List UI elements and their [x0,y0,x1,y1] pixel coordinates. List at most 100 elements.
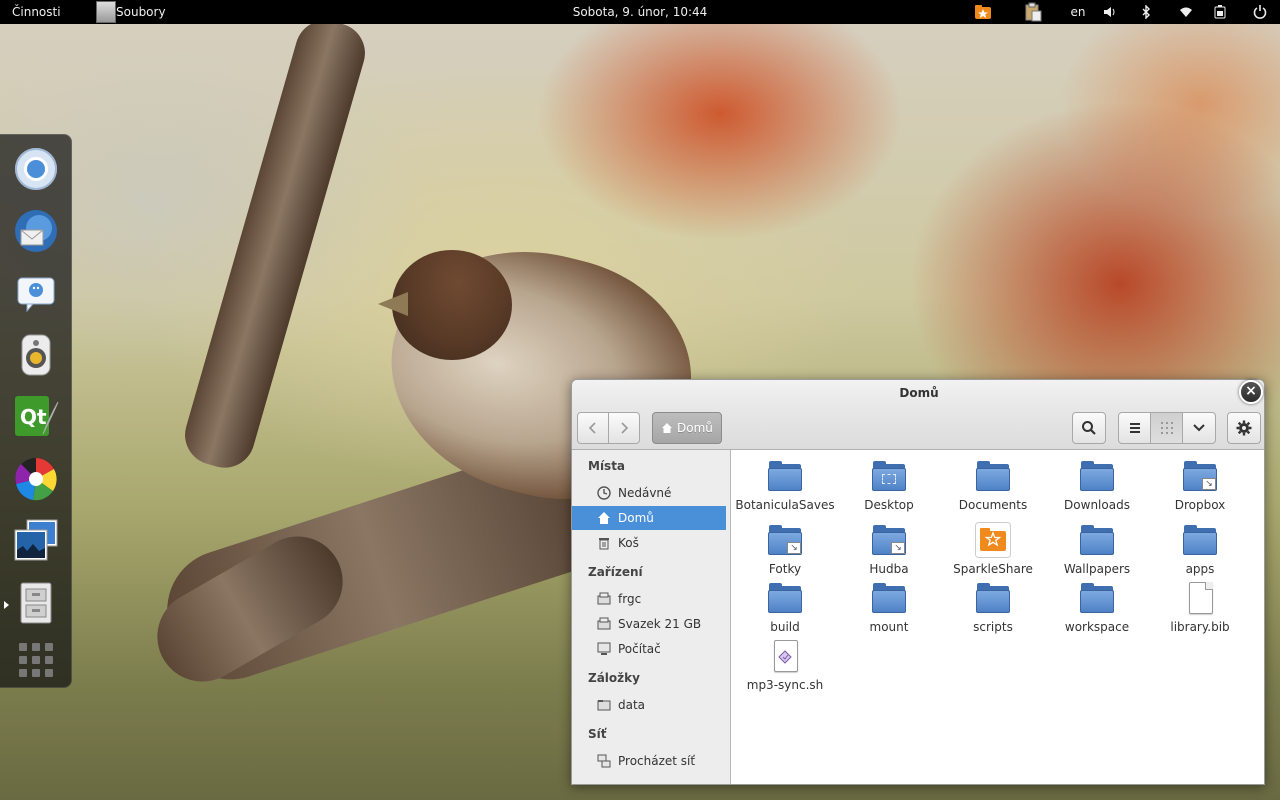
shotwell-icon[interactable] [12,517,60,565]
qt-creator-icon[interactable]: Qt [12,393,60,441]
settings-button[interactable] [1227,412,1261,444]
file-item[interactable]: ↘ Hudba [837,522,941,576]
symlink-folder-icon: ↘ [767,522,803,558]
file-item[interactable]: Wallpapers [1045,522,1149,576]
computer-icon [596,641,612,657]
list-view-button[interactable] [1118,412,1151,444]
sidebar-item-volume[interactable]: Svazek 21 GB [572,612,726,636]
file-item[interactable]: SparkleShare [941,522,1045,576]
file-name: apps [1185,562,1215,576]
running-indicator [4,601,9,609]
window-close-button[interactable]: × [1239,380,1263,404]
forward-button[interactable] [608,412,640,444]
sidebar-item-frgc[interactable]: frgc [572,587,726,611]
folder-icon [1079,522,1115,558]
file-name: mp3-sync.sh [746,678,824,692]
path-bar-label: Domů [677,421,713,435]
file-item[interactable]: library.bib [1148,580,1252,634]
text-file-icon [1182,580,1218,616]
view-options-button[interactable] [1182,412,1216,444]
window-title[interactable]: Domů [572,380,1264,406]
folder-icon [871,580,907,616]
files-icon[interactable] [12,579,60,627]
file-item[interactable]: mp3-sync.sh [733,638,837,692]
bluetooth-icon[interactable] [1136,0,1156,24]
darktable-icon[interactable] [12,455,60,503]
sidebar-item-home[interactable]: Domů [572,506,726,530]
file-name: BotaniculaSaves [735,498,835,512]
script-file-icon [767,638,803,674]
clipboard-icon[interactable] [1022,0,1044,24]
rhythmbox-icon[interactable] [12,331,60,379]
folder-icon [1079,458,1115,494]
grid-view-button[interactable] [1150,412,1183,444]
sidebar: Místa Nedávné Domů Koš Zařízení frgc Sva… [572,450,731,784]
sidebar-item-browse-network[interactable]: Procházet síť [572,749,726,773]
file-item[interactable]: build [733,580,837,634]
sidebar-item-trash[interactable]: Koš [572,531,726,555]
chevron-down-icon [1193,424,1205,432]
search-button[interactable] [1072,412,1106,444]
sidebar-item-label: data [618,698,646,712]
sparkleshare-folder-icon [975,522,1011,558]
sidebar-item-data[interactable]: data [572,693,726,717]
drive-icon [596,616,612,632]
grid-view-icon [1160,422,1173,434]
file-item[interactable]: apps [1148,522,1252,576]
file-item[interactable]: workspace [1045,580,1149,634]
file-name: Fotky [768,562,802,576]
volume-icon[interactable] [1100,0,1120,24]
empathy-icon[interactable] [12,269,60,317]
path-bar-home-button[interactable]: Domů [652,412,722,444]
folder-icon [1079,580,1115,616]
sidebar-item-label: Koš [618,536,639,550]
app-menu-label: Soubory [116,5,166,19]
network-icon [596,753,612,769]
sidebar-item-computer[interactable]: Počítač [572,637,726,661]
file-item[interactable]: mount [837,580,941,634]
power-icon[interactable] [1250,0,1270,24]
sparkleshare-icon[interactable] [972,0,994,24]
sidebar-item-label: Svazek 21 GB [618,617,702,631]
file-name: Downloads [1064,498,1130,512]
wifi-icon[interactable] [1176,0,1196,24]
app-menu[interactable]: Soubory [96,0,166,24]
file-name: Hudba [869,562,909,576]
sidebar-heading-devices: Zařízení [588,565,643,579]
show-applications-grid-icon[interactable] [19,643,53,677]
toolbar: Domů [572,406,1264,450]
chromium-icon[interactable] [12,145,60,193]
file-item[interactable]: ↘ Dropbox [1148,458,1252,512]
sidebar-heading-bookmarks: Záložky [588,671,640,685]
keyboard-layout[interactable]: en [1066,0,1090,24]
wallpaper-bird-head [392,250,512,360]
activities-button[interactable]: Činnosti [12,5,61,19]
home-icon [662,423,672,433]
file-item[interactable]: ↘ Fotky [733,522,837,576]
file-item[interactable]: Desktop [837,458,941,512]
file-item[interactable]: Documents [941,458,1045,512]
home-icon [596,510,612,526]
svg-text:Qt: Qt [20,405,47,429]
sidebar-item-label: frgc [618,592,642,606]
file-item[interactable]: BotaniculaSaves [733,458,837,512]
trash-icon [596,535,612,551]
file-item[interactable]: scripts [941,580,1045,634]
battery-icon[interactable] [1210,0,1230,24]
sidebar-item-label: Počítač [618,642,661,656]
thunderbird-icon[interactable] [12,207,60,255]
wallpaper-bird-beak [378,292,408,316]
file-name: Documents [958,498,1028,512]
back-button[interactable] [577,412,609,444]
folder-icon [975,458,1011,494]
top-bar: Činnosti Soubory Sobota, 9. únor, 10:44 … [0,0,1280,24]
file-name: scripts [973,620,1013,634]
file-name: SparkleShare [953,562,1033,576]
back-icon [588,422,596,434]
dash: Qt [0,134,72,688]
files-app-icon [96,1,116,23]
file-item[interactable]: Downloads [1045,458,1149,512]
sidebar-item-recent[interactable]: Nedávné [572,481,726,505]
file-name: Dropbox [1174,498,1226,512]
folder-icon [1182,522,1218,558]
